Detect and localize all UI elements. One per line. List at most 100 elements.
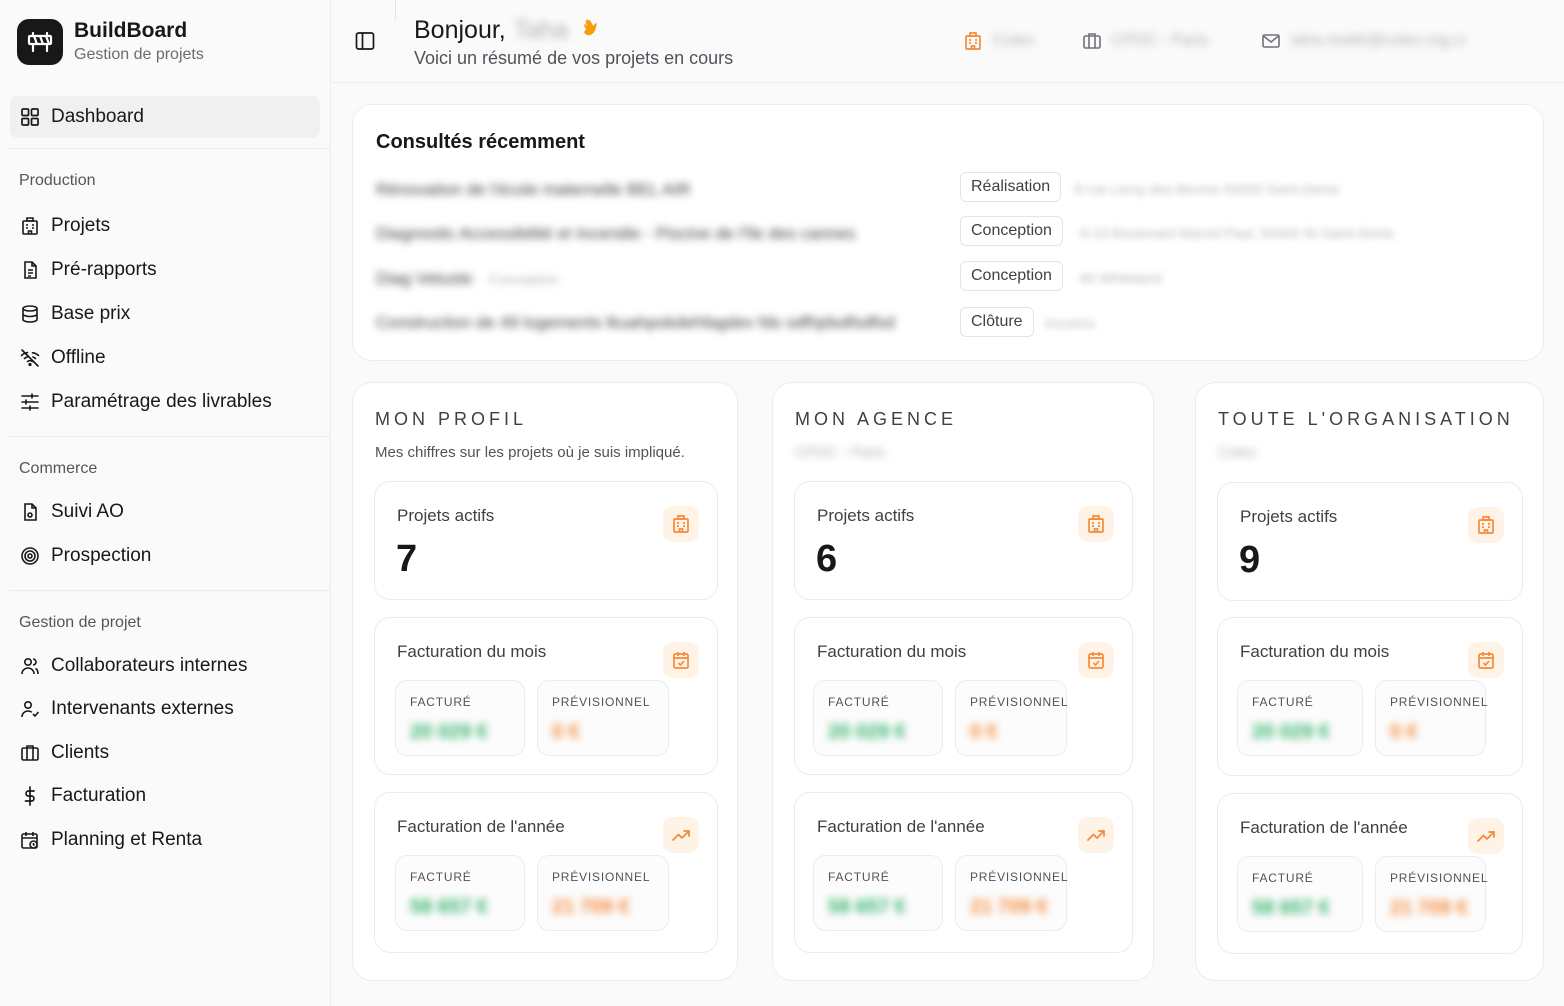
previsionnel-label: PRÉVISIONNEL xyxy=(552,870,651,884)
column-title: MON AGENCE xyxy=(795,409,958,429)
file-text-icon xyxy=(20,260,40,280)
stat-label: Projets actifs xyxy=(1240,507,1338,526)
sidebar-item-planning-renta[interactable]: Planning et Renta xyxy=(10,819,320,861)
facture-box: FACTURÉ 58 657 € xyxy=(395,855,525,931)
year-billing-card[interactable]: Facturation de l'année FACTURÉ 58 657 € … xyxy=(1217,793,1523,954)
year-billing-card[interactable]: Facturation de l'année FACTURÉ 58 657 € … xyxy=(794,792,1133,953)
section-label-production: Production xyxy=(19,172,96,189)
sidebar-item-label: Collaborateurs internes xyxy=(51,655,248,676)
facture-label: FACTURÉ xyxy=(410,695,472,709)
sidebar-divider xyxy=(9,436,331,437)
building-icon xyxy=(663,506,699,542)
previsionnel-box: PRÉVISIONNEL 0 € xyxy=(537,680,669,756)
stat-value: 9 xyxy=(1239,539,1261,581)
sidebar-item-label: Base prix xyxy=(51,303,131,324)
column-subtitle: Mes chiffres sur les projets où je suis … xyxy=(375,444,685,461)
facture-box: FACTURÉ 20 029 € xyxy=(395,680,525,756)
panel-left-icon xyxy=(355,32,375,50)
brand[interactable]: BuildBoard Gestion de projets xyxy=(17,18,204,66)
previsionnel-box: PRÉVISIONNEL 21 709 € xyxy=(955,855,1067,931)
stat-label: Facturation du mois xyxy=(817,642,967,661)
facture-box: FACTURÉ 58 657 € xyxy=(1237,856,1363,932)
previsionnel-value: 0 € xyxy=(970,721,998,743)
company-name: Cotec xyxy=(993,32,1035,49)
stat-label: Projets actifs xyxy=(817,506,915,525)
recent-item-name: Diag Vetuste xyxy=(376,269,473,288)
agency-column: MON AGENCE CPDC - Paris Projets actifs 6… xyxy=(772,382,1154,981)
previsionnel-label: PRÉVISIONNEL xyxy=(1390,695,1489,709)
month-billing-card[interactable]: Facturation du mois FACTURÉ 20 029 € PRÉ… xyxy=(374,617,718,775)
recent-item[interactable]: Rénovation de l'école maternelle BEL AIR xyxy=(376,175,690,205)
briefcase-icon xyxy=(20,743,40,763)
stat-label: Facturation du mois xyxy=(1240,642,1390,661)
greeting: Bonjour, Taha xyxy=(414,16,602,45)
top-header: Bonjour, Taha Voici un résumé de vos pro… xyxy=(332,0,1564,83)
recent-item[interactable]: Diagnostic Accessibilité et Incendie - P… xyxy=(376,219,856,249)
status-badge: Clôture xyxy=(960,307,1034,337)
recent-item-name: Diagnostic Accessibilité et Incendie - P… xyxy=(376,224,856,243)
section-label-commerce: Commerce xyxy=(19,460,98,477)
sidebar-item-clients[interactable]: Clients xyxy=(10,732,320,774)
building-icon xyxy=(963,31,983,51)
target-icon xyxy=(20,546,40,566)
sidebar-item-suivi-ao[interactable]: Suivi AO xyxy=(10,491,320,533)
agency-name: CPDC - Paris xyxy=(1112,32,1209,49)
sidebar-item-label: Offline xyxy=(51,347,106,368)
previsionnel-value: 21 709 € xyxy=(552,896,630,918)
trending-up-icon xyxy=(1468,818,1504,854)
recent-card: Consultés récemment Rénovation de l'écol… xyxy=(352,104,1544,361)
facture-box: FACTURÉ 20 029 € xyxy=(813,680,943,756)
file-dollar-icon xyxy=(20,502,40,522)
trending-up-icon xyxy=(663,817,699,853)
building-icon xyxy=(1078,506,1114,542)
month-billing-card[interactable]: Facturation du mois FACTURÉ 20 029 € PRÉ… xyxy=(794,617,1133,775)
recent-item[interactable]: Diag Vetuste Conception xyxy=(376,264,559,294)
sidebar-item-label: Planning et Renta xyxy=(51,829,203,850)
brand-logo-icon xyxy=(17,19,63,65)
organization-column: TOUTE L'ORGANISATION Cotec Projets actif… xyxy=(1195,382,1544,981)
year-billing-card[interactable]: Facturation de l'année FACTURÉ 58 657 € … xyxy=(374,792,718,953)
column-title: MON PROFIL xyxy=(375,409,528,429)
recent-item-address: 9-13 Boulevard Marcel Paul, 93400 St-Sai… xyxy=(1080,225,1394,241)
sidebar-item-offline[interactable]: Offline xyxy=(10,337,320,379)
sidebar-item-label: Pré-rapports xyxy=(51,259,157,280)
user-name: Taha xyxy=(513,16,568,44)
brand-title: BuildBoard xyxy=(74,19,188,42)
sidebar-item-pre-rapports[interactable]: Pré-rapports xyxy=(10,249,320,291)
facture-label: FACTURÉ xyxy=(410,870,472,884)
greeting-subtitle: Voici un résumé de vos projets en cours xyxy=(414,48,734,68)
sidebar-item-intervenants-externes[interactable]: Intervenants externes xyxy=(10,688,320,730)
sidebar-divider xyxy=(9,590,331,591)
column-title: TOUTE L'ORGANISATION xyxy=(1218,409,1514,429)
stat-label: Facturation de l'année xyxy=(397,817,565,836)
sidebar-item-dashboard[interactable]: Dashboard xyxy=(10,96,320,138)
active-projects-card[interactable]: Projets actifs 9 xyxy=(1217,482,1523,601)
facture-label: FACTURÉ xyxy=(1252,871,1314,885)
stat-label: Projets actifs xyxy=(397,506,495,525)
active-projects-card[interactable]: Projets actifs 6 xyxy=(794,481,1133,600)
facture-label: FACTURÉ xyxy=(1252,695,1314,709)
sidebar-item-prospection[interactable]: Prospection xyxy=(10,535,320,577)
column-subtitle: CPDC - Paris xyxy=(795,444,886,461)
facture-value: 58 657 € xyxy=(1252,897,1330,919)
sidebar-item-projets[interactable]: Projets xyxy=(10,205,320,247)
sidebar-item-label: Dashboard xyxy=(51,106,144,127)
recent-item-name: Rénovation de l'école maternelle BEL AIR xyxy=(376,180,691,199)
sidebar-item-label: Facturation xyxy=(51,785,147,806)
sidebar-item-base-prix[interactable]: Base prix xyxy=(10,293,320,335)
trending-up-icon xyxy=(1078,817,1114,853)
stat-label: Facturation de l'année xyxy=(817,817,985,836)
header-email: taha.mekki@cotec-ing.ci xyxy=(1261,31,1466,51)
active-projects-card[interactable]: Projets actifs 7 xyxy=(374,481,718,600)
sidebar-toggle-button[interactable] xyxy=(354,30,376,52)
sidebar-item-label: Clients xyxy=(51,742,110,763)
facture-value: 20 029 € xyxy=(828,721,906,743)
wave-icon xyxy=(580,17,602,45)
column-subtitle: Cotec xyxy=(1218,444,1258,461)
sidebar-item-facturation[interactable]: Facturation xyxy=(10,775,320,817)
sidebar-item-collaborateurs-internes[interactable]: Collaborateurs internes xyxy=(10,645,320,687)
sidebar-item-parametrage-livrables[interactable]: Paramétrage des livrables xyxy=(10,381,320,423)
recent-item[interactable]: Construction de 49 logements lkuahpokdeh… xyxy=(376,308,895,338)
sidebar-item-label: Suivi AO xyxy=(51,501,124,522)
month-billing-card[interactable]: Facturation du mois FACTURÉ 20 029 € PRÉ… xyxy=(1217,617,1523,776)
